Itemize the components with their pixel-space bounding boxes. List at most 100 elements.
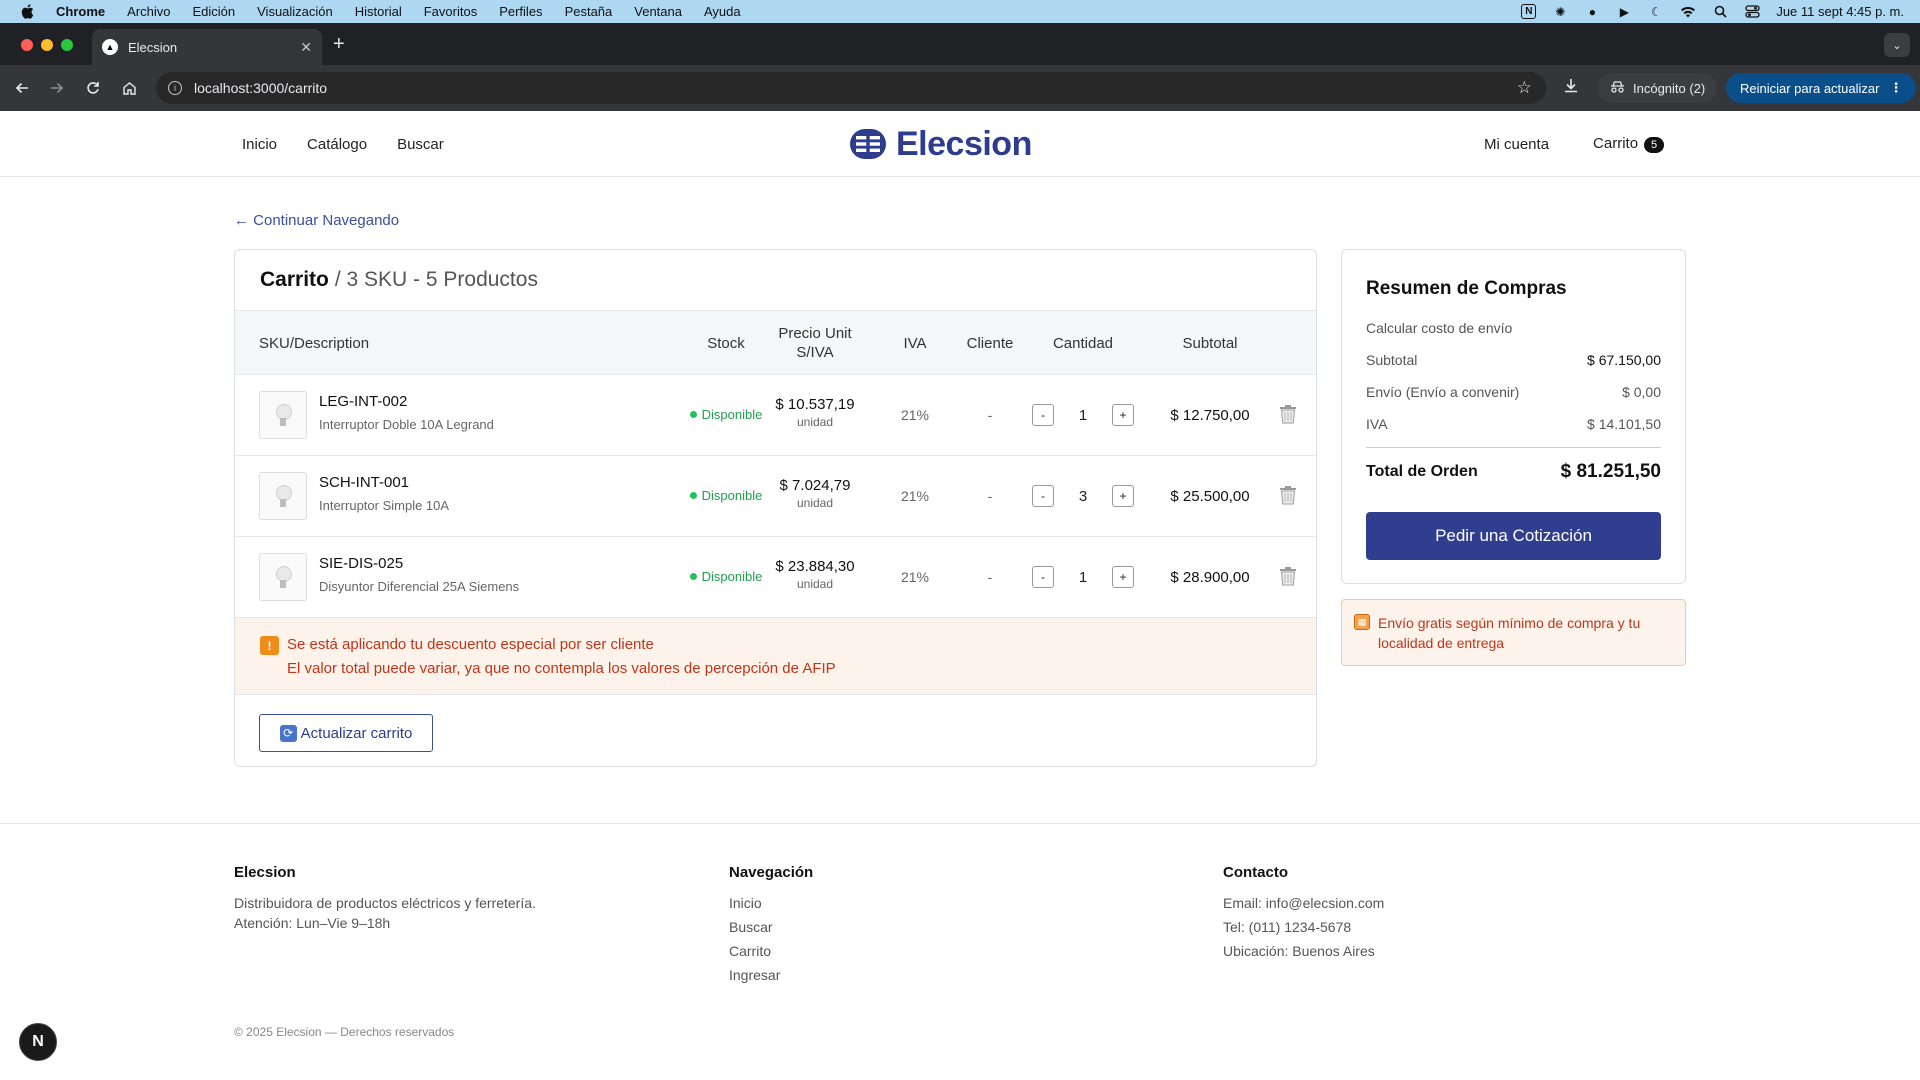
qty-decrease-button[interactable]: -: [1032, 404, 1054, 426]
notion-icon[interactable]: N: [1521, 4, 1537, 19]
menu-ventana[interactable]: Ventana: [634, 4, 682, 19]
bulb-icon: [276, 404, 292, 426]
footer-brand-line-1: Distribuidora de productos eléctricos y …: [234, 895, 536, 911]
menu-favoritos[interactable]: Favoritos: [424, 4, 477, 19]
incognito-button[interactable]: Incógnito (2): [1598, 73, 1718, 103]
menu-ayuda[interactable]: Ayuda: [704, 4, 741, 19]
update-cart-button[interactable]: ⟳ Actualizar carrito: [259, 714, 433, 752]
home-icon[interactable]: [120, 79, 138, 97]
col-subtotal: Subtotal: [1182, 334, 1238, 352]
product-sku[interactable]: LEG-INT-002: [319, 393, 407, 410]
menu-pestana[interactable]: Pestaña: [565, 4, 613, 19]
address-url[interactable]: localhost:3000/carrito: [194, 80, 327, 96]
menu-historial[interactable]: Historial: [355, 4, 402, 19]
product-sku[interactable]: SCH-INT-001: [319, 474, 409, 491]
site-logo[interactable]: Elecsion: [850, 125, 1032, 163]
footer-link-buscar[interactable]: Buscar: [729, 917, 813, 937]
wifi-icon[interactable]: [1680, 5, 1696, 19]
nav-catalogo[interactable]: Catálogo: [307, 136, 367, 153]
trash-icon[interactable]: [1279, 404, 1297, 424]
continue-browsing-link[interactable]: ← Continuar Navegando: [234, 212, 399, 229]
back-arrow-icon[interactable]: [13, 79, 31, 97]
zoom-window-button[interactable]: [61, 39, 73, 51]
bulb-icon: [276, 485, 292, 507]
menu-perfiles[interactable]: Perfiles: [499, 4, 542, 19]
summary-shipping-row: Envío (Envío a convenir) $ 0,00: [1366, 384, 1661, 400]
tab-close-icon[interactable]: ✕: [300, 39, 312, 56]
menu-visualizacion[interactable]: Visualización: [257, 4, 333, 19]
qty-value[interactable]: 1: [1055, 569, 1111, 586]
cart-row: LEG-INT-002 Interruptor Doble 10A Legran…: [235, 375, 1316, 456]
forward-arrow-icon[interactable]: [48, 79, 66, 97]
menu-edicion[interactable]: Edición: [192, 4, 235, 19]
my-account-link[interactable]: Mi cuenta: [1484, 136, 1549, 153]
search-icon[interactable]: [1712, 5, 1728, 19]
notice-line-1: Se está aplicando tu descuento especial …: [287, 636, 654, 653]
menu-chrome[interactable]: Chrome: [56, 4, 105, 19]
row-subtotal: $ 28.900,00: [1170, 569, 1250, 586]
footer-email[interactable]: Email: info@elecsion.com: [1223, 893, 1384, 913]
footer-nav-title: Navegación: [729, 864, 814, 881]
chatgpt-icon[interactable]: ✺: [1552, 5, 1568, 19]
footer-link-carrito[interactable]: Carrito: [729, 941, 813, 961]
nav-buscar[interactable]: Buscar: [397, 136, 444, 153]
product-thumbnail[interactable]: [259, 391, 307, 439]
main-nav: Inicio Catálogo Buscar: [242, 111, 444, 177]
macos-menubar: Chrome Archivo Edición Visualización His…: [0, 0, 1920, 23]
cart-table-header: SKU/Description Stock Precio Unit S/IVA …: [235, 311, 1316, 375]
close-window-button[interactable]: [21, 39, 33, 51]
unit-price-value: $ 10.537,19: [775, 396, 855, 413]
footer-contact: Contacto Email: info@elecsion.com Tel: (…: [1223, 864, 1384, 965]
shipping-calc-link[interactable]: Calcular costo de envío: [1366, 320, 1661, 336]
evernote-icon[interactable]: ●: [1584, 5, 1600, 19]
apple-icon[interactable]: [20, 4, 34, 20]
trash-icon[interactable]: [1279, 566, 1297, 586]
minimize-window-button[interactable]: [41, 39, 53, 51]
product-sku[interactable]: SIE-DIS-025: [319, 555, 403, 572]
summary-iva-row: IVA $ 14.101,50: [1366, 416, 1661, 432]
col-stock: Stock: [707, 334, 745, 352]
unit-price: $ 10.537,19 unidad: [755, 396, 875, 429]
available-dot-icon: [689, 411, 697, 418]
browser-tab[interactable]: ▲ Elecsion ✕: [92, 29, 322, 65]
request-quote-button[interactable]: Pedir una Cotización: [1366, 512, 1661, 560]
product-thumbnail[interactable]: [259, 472, 307, 520]
footer-link-inicio[interactable]: Inicio: [729, 893, 813, 913]
unit-price: $ 23.884,30 unidad: [755, 558, 875, 591]
summary-subtotal-row: Subtotal $ 67.150,00: [1366, 352, 1661, 368]
trash-icon[interactable]: [1279, 485, 1297, 505]
new-tab-icon[interactable]: +: [333, 34, 345, 54]
play-icon[interactable]: ▶: [1616, 5, 1632, 19]
qty-decrease-button[interactable]: -: [1032, 485, 1054, 507]
cart-link[interactable]: Carrito 5: [1593, 135, 1665, 153]
moon-icon[interactable]: ☾: [1648, 5, 1664, 19]
col-sku: SKU/Description: [259, 334, 370, 352]
qty-decrease-button[interactable]: -: [1032, 566, 1054, 588]
bookmark-star-icon[interactable]: ☆: [1517, 78, 1532, 98]
menubar-clock[interactable]: Jue 11 sept 4:45 p. m.: [1776, 4, 1904, 19]
qty-value[interactable]: 1: [1055, 407, 1111, 424]
restart-to-update-button[interactable]: Reiniciar para actualizar ⋮: [1726, 73, 1917, 103]
footer-link-ingresar[interactable]: Ingresar: [729, 965, 813, 985]
menu-archivo[interactable]: Archivo: [127, 4, 170, 19]
tab-favicon-icon: ▲: [102, 39, 118, 55]
shipping-calc-label[interactable]: Calcular costo de envío: [1366, 320, 1512, 336]
subtotal-label: Subtotal: [1366, 352, 1418, 368]
reload-icon[interactable]: [84, 79, 102, 97]
nextjs-dev-indicator-icon[interactable]: N: [19, 1023, 57, 1061]
browser-tab-strip: ▲ Elecsion ✕ + ⌄: [0, 23, 1920, 65]
product-thumbnail[interactable]: [259, 553, 307, 601]
incognito-label: Incógnito (2): [1633, 80, 1706, 96]
site-info-icon[interactable]: i: [168, 81, 182, 95]
qty-increase-button[interactable]: +: [1112, 404, 1134, 426]
more-vertical-icon[interactable]: ⋮: [1889, 80, 1902, 96]
address-bar[interactable]: i localhost:3000/carrito ☆: [156, 72, 1546, 104]
discount-notice: ! Se está aplicando tu descuento especia…: [235, 618, 1316, 695]
nav-inicio[interactable]: Inicio: [242, 136, 277, 153]
download-icon[interactable]: [1563, 78, 1579, 99]
tab-search-chevron-icon[interactable]: ⌄: [1884, 33, 1910, 57]
control-center-icon[interactable]: [1744, 5, 1760, 19]
qty-increase-button[interactable]: +: [1112, 485, 1134, 507]
qty-increase-button[interactable]: +: [1112, 566, 1134, 588]
qty-value[interactable]: 3: [1055, 488, 1111, 505]
